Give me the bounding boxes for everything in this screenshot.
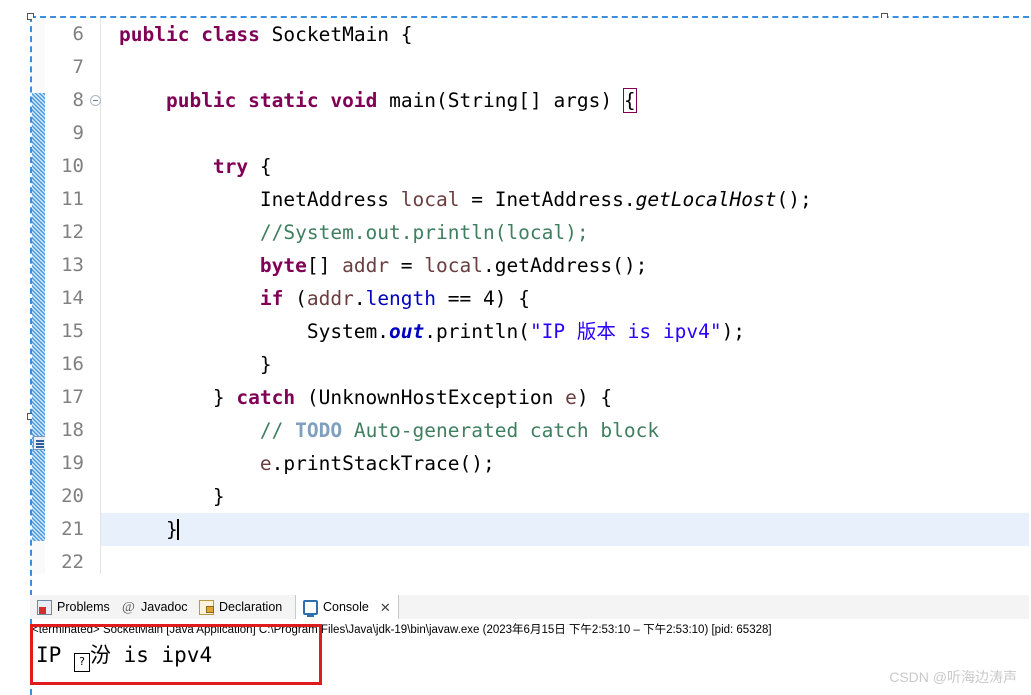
code-line-13[interactable]: byte[] addr = local.getAddress();	[101, 249, 1029, 282]
csdn-watermark: CSDN @听海边涛声	[889, 669, 1017, 685]
code-line-9[interactable]	[101, 117, 1029, 150]
code-line-8[interactable]: public static void main(String[] args) {	[101, 84, 1029, 117]
line-number: 6	[72, 23, 84, 45]
console-output-prefix: IP	[36, 643, 74, 667]
code-line-19[interactable]: e.printStackTrace();	[101, 447, 1029, 480]
code-line-16[interactable]: }	[101, 348, 1029, 381]
code-line-22[interactable]	[101, 546, 1029, 574]
console-icon	[303, 599, 318, 617]
javadoc-icon: @	[122, 599, 135, 615]
line-number: 14	[61, 287, 84, 309]
code-line-10[interactable]: try {	[101, 150, 1029, 183]
java-source-editor[interactable]: 6 7 8 9 10 11 12 13 14 15 16 17 18 19 20…	[32, 18, 1029, 574]
code-line-15[interactable]: System.out.println("IP 版本 is ipv4");	[101, 315, 1029, 348]
code-line-6[interactable]: public class SocketMain {	[101, 18, 1029, 51]
close-icon[interactable]: ✕	[380, 601, 391, 614]
console-output-text: IP ? 汾 is ipv4	[36, 639, 212, 672]
line-number: 10	[61, 155, 84, 177]
code-line-7[interactable]	[101, 51, 1029, 84]
line-number: 12	[61, 221, 84, 243]
line-number: 18	[61, 419, 84, 441]
line-number: 11	[61, 188, 84, 210]
code-line-14[interactable]: if (addr.length == 4) {	[101, 282, 1029, 315]
problems-icon	[37, 599, 52, 615]
tab-label: Javadoc	[141, 600, 188, 614]
selection-frame-left-console	[30, 619, 32, 695]
line-number: 20	[61, 485, 84, 507]
code-line-12[interactable]: //System.out.println(local);	[101, 216, 1029, 249]
code-text-area[interactable]: public class SocketMain { public static …	[101, 18, 1029, 574]
code-line-18[interactable]: // TODO Auto-generated catch block	[101, 414, 1029, 447]
line-number: 7	[72, 56, 84, 78]
eclipse-ide-screenshot: 6 7 8 9 10 11 12 13 14 15 16 17 18 19 20…	[0, 0, 1031, 695]
tab-label: Console	[323, 600, 369, 614]
tab-console[interactable]: Console ✕	[295, 595, 399, 620]
tab-label: Problems	[57, 600, 110, 614]
console-view[interactable]: <terminated> SocketMain [Java Applicatio…	[30, 619, 1029, 695]
missing-glyph-box: ?	[73, 653, 90, 672]
code-line-21[interactable]: }	[101, 513, 1029, 546]
tab-problems[interactable]: Problems	[30, 595, 117, 619]
code-line-20[interactable]: }	[101, 480, 1029, 513]
console-launch-status: <terminated> SocketMain [Java Applicatio…	[32, 624, 772, 636]
line-number: 9	[72, 122, 84, 144]
text-cursor	[176, 519, 179, 540]
line-number: 13	[61, 254, 84, 276]
bottom-view-tabbar: Problems @ Javadoc Declaration Console ✕	[30, 595, 1029, 620]
line-number: 17	[61, 386, 84, 408]
line-number-ruler: 6 7 8 9 10 11 12 13 14 15 16 17 18 19 20…	[45, 18, 101, 574]
code-line-11[interactable]: InetAddress local = InetAddress.getLocal…	[101, 183, 1029, 216]
code-line-17[interactable]: } catch (UnknownHostException e) {	[101, 381, 1029, 414]
declaration-icon	[199, 599, 214, 615]
line-number: 8	[72, 89, 84, 111]
tab-declaration[interactable]: Declaration	[192, 595, 289, 619]
fold-collapse-icon[interactable]	[90, 95, 101, 106]
line-number: 22	[61, 551, 84, 573]
line-number: 16	[61, 353, 84, 375]
line-number: 21	[61, 518, 84, 540]
tab-label: Declaration	[219, 600, 283, 614]
line-number: 19	[61, 452, 84, 474]
line-number: 15	[61, 320, 84, 342]
console-output-suffix: 汾 is ipv4	[89, 643, 213, 667]
tab-javadoc[interactable]: @ Javadoc	[114, 595, 195, 619]
